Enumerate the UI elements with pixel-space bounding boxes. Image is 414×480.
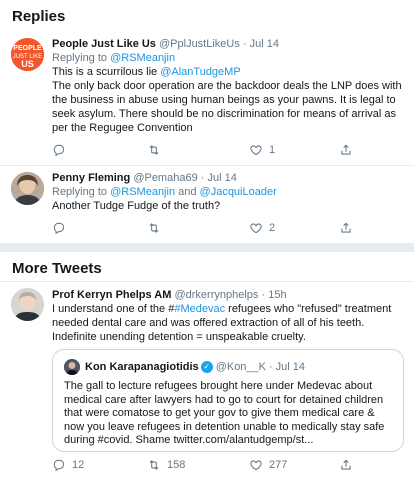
reply-icon xyxy=(53,144,65,157)
reply-count: 12 xyxy=(72,459,85,471)
reply-icon xyxy=(53,459,65,472)
tweet-actions: 12 158 277 xyxy=(52,458,353,472)
like-button[interactable]: 1 xyxy=(249,143,339,157)
replying-to-label: Replying to xyxy=(52,52,111,64)
reply-button[interactable] xyxy=(52,143,147,157)
reply-icon xyxy=(53,222,65,235)
like-count: 1 xyxy=(269,144,276,156)
quoted-tweet-text: The gall to lecture refugees brought her… xyxy=(64,380,385,446)
reply-tweet[interactable]: Penny Fleming @Pemaha69 · Jul 14 Replyin… xyxy=(0,166,414,244)
profile-photo xyxy=(11,288,44,321)
like-button[interactable]: 2 xyxy=(249,221,339,235)
tweet[interactable]: Prof Kerryn Phelps AM @drkerrynphelps · … xyxy=(0,282,414,480)
replying-and-label: and xyxy=(175,186,200,198)
replying-to: Replying to @RSMeanjin and @JacquiLoader xyxy=(52,185,404,199)
separator-dot: · xyxy=(200,172,205,184)
reply-button[interactable] xyxy=(52,221,147,235)
tweet-text-body: The only back door operation are the bac… xyxy=(52,80,402,134)
hashtag-link[interactable]: #Medevac xyxy=(174,303,225,315)
quoted-tweet[interactable]: Kon Karapanagiotidis ✓ @Kon__K · Jul 14 … xyxy=(52,349,404,452)
author-handle[interactable]: @PplJustLikeUs xyxy=(159,38,240,50)
retweet-icon xyxy=(149,145,159,155)
like-button[interactable]: 277 xyxy=(249,458,339,472)
tweet-actions: 2 xyxy=(52,221,353,235)
tweet-content: Prof Kerryn Phelps AM @drkerrynphelps · … xyxy=(52,288,404,344)
tweet-time[interactable]: Jul 14 xyxy=(250,38,279,50)
tweet-time[interactable]: 15h xyxy=(268,289,286,301)
mention-link[interactable]: @RSMeanjin xyxy=(110,186,175,198)
retweet-icon xyxy=(149,460,159,470)
svg-text:PEOPLE: PEOPLE xyxy=(13,45,42,52)
profile-photo xyxy=(11,172,44,205)
more-tweets-header: More Tweets xyxy=(0,252,414,282)
quoted-tweet-header: Kon Karapanagiotidis ✓ @Kon__K · Jul 14 xyxy=(64,359,395,375)
tweet-text: I understand one of the ##Medevac refuge… xyxy=(52,302,404,344)
share-icon xyxy=(341,144,351,155)
quoted-author-handle: @Kon__K xyxy=(215,361,266,373)
heart-icon xyxy=(250,145,262,156)
author-handle[interactable]: @Pemaha69 xyxy=(133,172,197,184)
quoted-author-name: Kon Karapanagiotidis xyxy=(85,361,199,373)
replying-to-label: Replying to xyxy=(52,186,111,198)
tweet-header: Prof Kerryn Phelps AM @drkerrynphelps · … xyxy=(52,288,404,302)
author-handle[interactable]: @drkerrynphelps xyxy=(174,289,258,301)
tweet-text-start: I understand one of the # xyxy=(52,303,175,315)
share-button[interactable] xyxy=(339,458,353,472)
avatar[interactable] xyxy=(11,288,44,321)
tweet-text: Another Tudge Fudge of the truth? xyxy=(52,200,221,212)
replying-to: Replying to @RSMeanjin xyxy=(52,51,404,65)
quoted-avatar xyxy=(64,359,80,375)
share-button[interactable] xyxy=(339,221,353,235)
profile-photo xyxy=(64,359,80,375)
retweet-button[interactable]: 158 xyxy=(147,458,249,472)
separator-dot: · xyxy=(242,38,247,50)
author-name[interactable]: Penny Fleming xyxy=(52,172,130,184)
tweet-header: People Just Like Us @PplJustLikeUs · Jul… xyxy=(52,37,404,51)
tweet-content: People Just Like Us @PplJustLikeUs · Jul… xyxy=(52,37,404,135)
author-name[interactable]: Prof Kerryn Phelps AM xyxy=(52,289,171,301)
avatar[interactable] xyxy=(11,172,44,205)
quoted-tweet-time: Jul 14 xyxy=(275,361,306,373)
heart-icon xyxy=(250,460,262,471)
people-just-like-us-logo: PEOPLE JUST LIKE US xyxy=(11,38,44,71)
retweet-button[interactable] xyxy=(147,221,249,235)
tweet-content: Penny Fleming @Pemaha69 · Jul 14 Replyin… xyxy=(52,171,404,213)
like-count: 2 xyxy=(269,222,276,234)
tweet-text-line: This is a scurrilous lie xyxy=(52,66,161,78)
reply-button[interactable]: 12 xyxy=(52,458,147,472)
timeline-column: Replies PEOPLE JUST LIKE US People Just … xyxy=(0,0,414,480)
tweet-header: Penny Fleming @Pemaha69 · Jul 14 xyxy=(52,171,404,185)
retweet-button[interactable] xyxy=(147,143,249,157)
author-name[interactable]: People Just Like Us xyxy=(52,38,156,50)
mention-link[interactable]: @AlanTudgeMP xyxy=(160,66,240,78)
mention-link[interactable]: @JacquiLoader xyxy=(200,186,277,198)
retweet-icon xyxy=(149,223,159,233)
quoted-tweet-content: Kon Karapanagiotidis ✓ @Kon__K · Jul 14 … xyxy=(64,359,395,448)
tweet-text: This is a scurrilous lie @AlanTudgeMP Th… xyxy=(52,65,404,135)
heart-icon xyxy=(250,223,262,234)
mention-link[interactable]: @RSMeanjin xyxy=(110,52,175,64)
share-icon xyxy=(341,459,351,470)
separator-dot: · xyxy=(261,289,266,301)
tweet-actions: 1 xyxy=(52,143,353,157)
retweet-count: 158 xyxy=(167,459,186,471)
tweet-time[interactable]: Jul 14 xyxy=(207,172,236,184)
separator-dot: · xyxy=(269,361,273,373)
svg-text:US: US xyxy=(21,59,34,69)
avatar[interactable]: PEOPLE JUST LIKE US xyxy=(11,38,44,71)
like-count: 277 xyxy=(269,459,288,471)
share-icon xyxy=(341,222,351,233)
verified-badge-icon: ✓ xyxy=(200,361,213,373)
replies-header: Replies xyxy=(0,0,414,30)
reply-tweet[interactable]: PEOPLE JUST LIKE US People Just Like Us … xyxy=(0,30,414,166)
share-button[interactable] xyxy=(339,143,353,157)
